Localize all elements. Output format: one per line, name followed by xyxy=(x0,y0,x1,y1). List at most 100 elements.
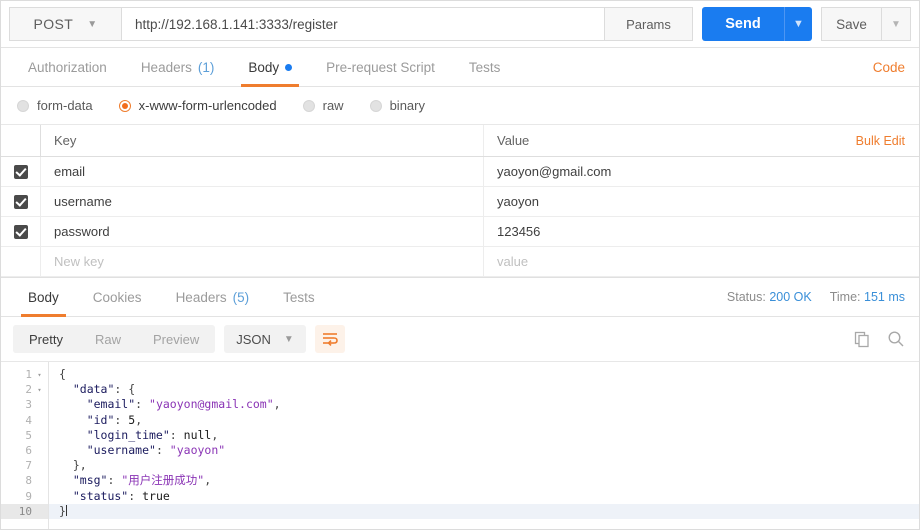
search-icon[interactable] xyxy=(887,330,905,348)
tab-authorization[interactable]: Authorization xyxy=(11,48,124,86)
response-tab-headers[interactable]: Headers (5) xyxy=(159,278,267,316)
param-value-input[interactable]: yaoyon xyxy=(484,187,919,216)
line-number-text: 6 xyxy=(25,444,32,458)
bulk-edit-link[interactable]: Bulk Edit xyxy=(856,125,919,156)
url-input[interactable]: http://192.168.1.141:3333/register xyxy=(121,7,605,41)
code-token: "login_time" xyxy=(59,427,170,442)
line-number: 6▾ xyxy=(1,443,48,458)
response-tab-count: (5) xyxy=(232,289,250,305)
row-checkbox[interactable] xyxy=(1,187,41,216)
code-token: : xyxy=(155,442,170,457)
response-tab-label: Body xyxy=(28,289,59,305)
code-token: } xyxy=(59,503,66,518)
tab-label: Body xyxy=(248,59,280,75)
radio-icon xyxy=(118,99,131,112)
code-token: { xyxy=(59,367,66,381)
response-tab-cookies[interactable]: Cookies xyxy=(76,278,159,316)
body-type-raw[interactable]: raw xyxy=(302,98,344,113)
body-type-form-data[interactable]: form-data xyxy=(17,98,93,113)
params-button[interactable]: Params xyxy=(605,7,693,41)
http-method-selector[interactable]: POST ▼ xyxy=(9,7,121,41)
tab-count: (1) xyxy=(197,59,215,75)
response-format-label: JSON xyxy=(236,331,271,347)
line-number: 3▾ xyxy=(1,397,48,412)
column-header-key: Key xyxy=(41,125,484,156)
chevron-down-icon: ▼ xyxy=(283,333,294,345)
send-button[interactable]: Send xyxy=(702,7,784,41)
copy-icon[interactable] xyxy=(854,331,871,348)
time-block: Time: 151 ms xyxy=(830,290,905,304)
radio-icon xyxy=(369,99,382,112)
save-options-chevron-down-icon[interactable]: ▼ xyxy=(881,7,911,41)
code-token: , xyxy=(273,397,281,412)
code-token: true xyxy=(142,488,170,503)
tab-tests[interactable]: Tests xyxy=(452,48,518,86)
response-body-code[interactable]: { "data": { "email": "yaoyon@gmail.com",… xyxy=(49,362,919,529)
wrap-lines-icon[interactable] xyxy=(314,325,345,353)
code-token: : xyxy=(128,488,143,503)
response-meta: Status: 200 OK Time: 151 ms xyxy=(727,278,905,316)
body-type-radio-group: form-data x-www-form-urlencoded raw binary xyxy=(1,87,919,125)
tab-label: Tests xyxy=(468,59,501,75)
view-mode-preview[interactable]: Preview xyxy=(137,325,215,353)
row-checkbox[interactable] xyxy=(1,217,41,246)
request-url-bar: POST ▼ http://192.168.1.141:3333/registe… xyxy=(1,1,919,48)
send-options-chevron-down-icon[interactable]: ▼ xyxy=(784,7,812,41)
status-block: Status: 200 OK xyxy=(727,290,812,304)
response-format-selector[interactable]: JSON ▼ xyxy=(224,325,306,353)
response-tabs: Body Cookies Headers (5) Tests Status: 200 O… xyxy=(1,278,919,317)
new-key-input[interactable]: New key xyxy=(41,247,484,276)
view-mode-segmented-control: Pretty Raw Preview xyxy=(13,325,216,353)
status-badge: 200 OK xyxy=(769,290,812,304)
tab-label: Authorization xyxy=(28,59,107,75)
save-button[interactable]: Save xyxy=(821,7,881,41)
param-value-input[interactable]: yaoyon@gmail.com xyxy=(484,157,919,186)
line-number-text: 4 xyxy=(25,413,32,427)
param-key-input[interactable]: email xyxy=(41,157,484,186)
code-token: null xyxy=(183,427,212,442)
checkbox-checked-icon xyxy=(13,224,28,239)
tab-headers[interactable]: Headers (1) xyxy=(124,48,232,86)
param-key-input[interactable]: password xyxy=(41,217,484,246)
view-mode-raw[interactable]: Raw xyxy=(79,325,137,353)
response-tab-tests[interactable]: Tests xyxy=(266,278,332,316)
new-param-row: New key value xyxy=(1,247,919,277)
code-token: , xyxy=(135,412,143,427)
fold-toggle-icon[interactable]: ▾ xyxy=(36,386,43,394)
time-label: Time: xyxy=(829,290,861,304)
row-checkbox[interactable] xyxy=(1,157,41,186)
chevron-down-icon: ▼ xyxy=(87,18,98,30)
status-label: Status: xyxy=(726,290,766,304)
http-method-label: POST xyxy=(33,16,74,32)
table-header-row: Key Value Bulk Edit xyxy=(1,125,919,157)
response-tab-label: Tests xyxy=(283,289,315,305)
param-value-input[interactable]: 123456 xyxy=(484,217,919,246)
response-body-viewer[interactable]: 1▾2▾3▾4▾5▾6▾7▾8▾9▾10▾ { "data": { "email… xyxy=(1,362,919,529)
code-token: "username" xyxy=(59,442,156,457)
line-number: 2 ▾ xyxy=(1,382,48,397)
code-token: : xyxy=(135,397,150,412)
body-type-binary[interactable]: binary xyxy=(369,98,425,113)
fold-toggle-icon[interactable]: ▾ xyxy=(36,371,43,379)
code-line: }, xyxy=(49,458,919,473)
line-number-text: 8 xyxy=(25,474,32,488)
line-number: 5▾ xyxy=(1,428,48,443)
code-link[interactable]: Code xyxy=(873,48,905,86)
line-number: 7▾ xyxy=(1,458,48,473)
line-number-text: 1 xyxy=(25,368,32,382)
time-value: 151 ms xyxy=(864,290,905,304)
code-token: "status" xyxy=(59,488,129,503)
line-number: 10▾ xyxy=(1,503,48,519)
tab-body[interactable]: Body xyxy=(231,48,309,87)
param-key-input[interactable]: username xyxy=(41,187,484,216)
copy-glyph xyxy=(854,331,869,347)
send-button-group: Send ▼ xyxy=(702,7,812,41)
view-mode-pretty[interactable]: Pretty xyxy=(13,325,79,353)
code-line: "data": { xyxy=(49,382,919,397)
tab-label: Headers xyxy=(140,59,192,75)
tab-pre-request-script[interactable]: Pre-request Script xyxy=(309,48,452,86)
new-value-input[interactable]: value xyxy=(484,247,919,276)
body-type-x-www-form-urlencoded[interactable]: x-www-form-urlencoded xyxy=(118,98,277,113)
response-tab-body[interactable]: Body xyxy=(11,278,76,317)
header-checkbox-cell xyxy=(1,125,41,156)
